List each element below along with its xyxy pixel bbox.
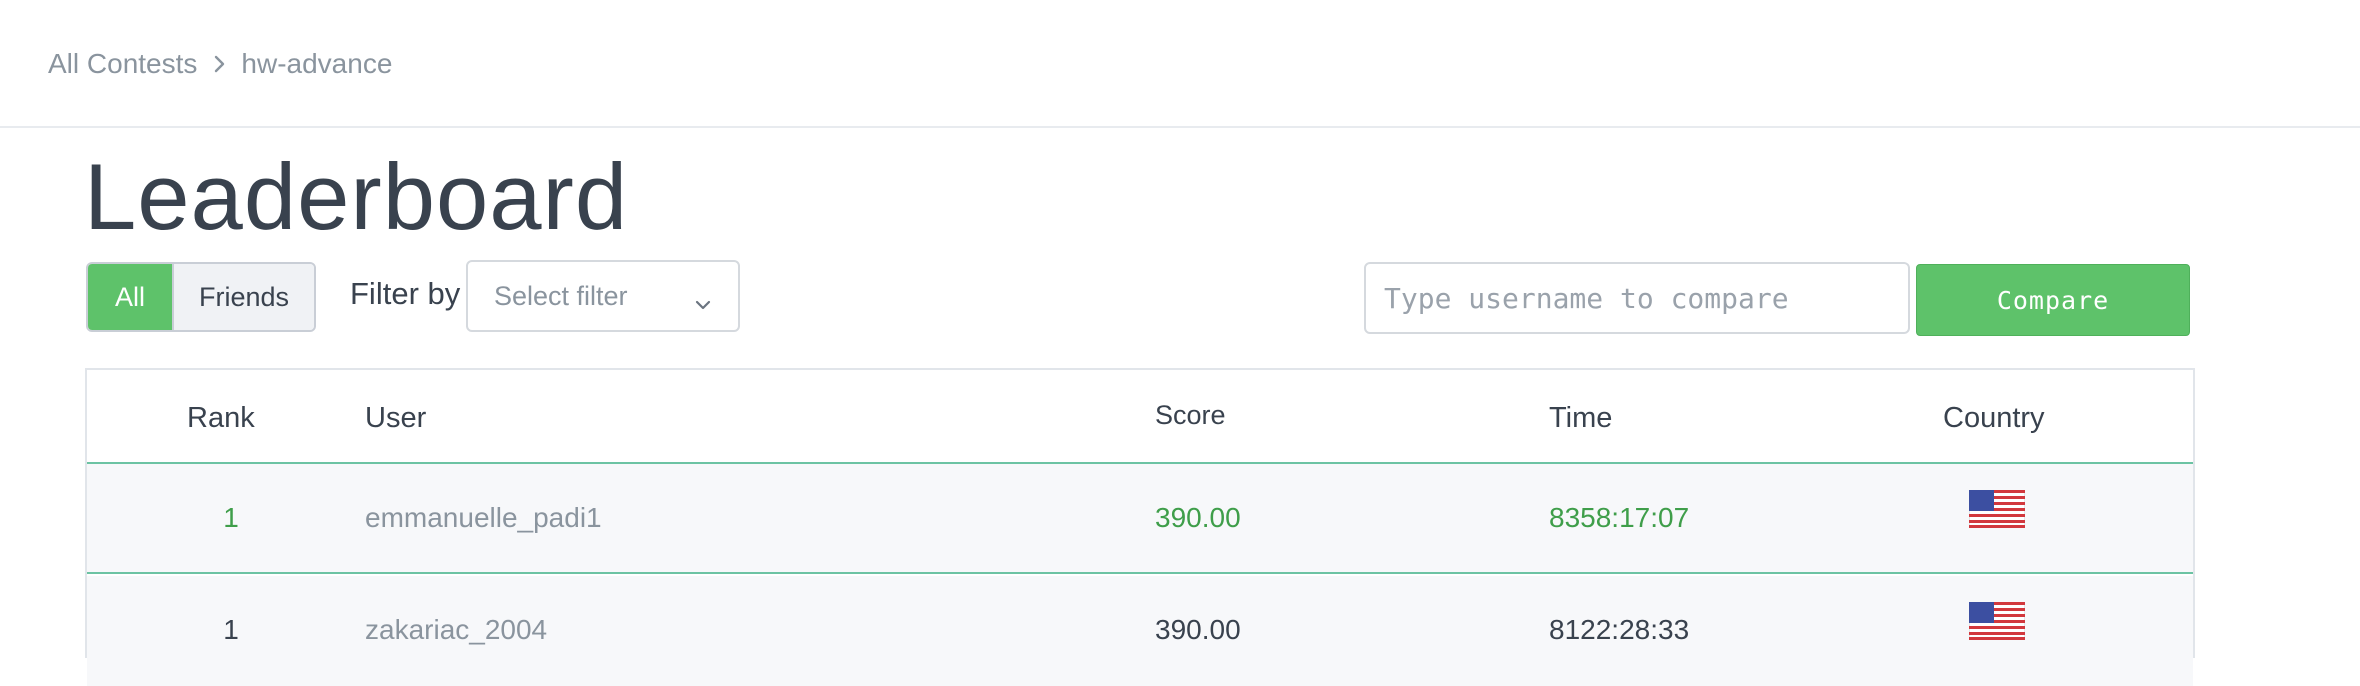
column-header-country[interactable]: Country — [1943, 402, 2045, 435]
time-cell: 8122:28:33 — [1549, 614, 1690, 645]
column-header-time[interactable]: Time — [1549, 402, 1612, 435]
table-row: 1 zakariac_2004 390.00 8122:28:33 — [87, 576, 2193, 686]
breadcrumb-all-contests-link[interactable]: All Contests — [48, 48, 197, 80]
score-cell: 390.00 — [1155, 502, 1241, 533]
score-cell: 390.00 — [1155, 614, 1241, 645]
username-link[interactable]: emmanuelle_padi1 — [365, 502, 602, 534]
toggle-all-button[interactable]: All — [88, 264, 172, 330]
all-friends-toggle: All Friends — [86, 262, 316, 332]
table-row: 1 emmanuelle_padi1 390.00 8358:17:07 — [87, 464, 2193, 574]
time-cell: 8358:17:07 — [1549, 502, 1690, 533]
toggle-friends-button[interactable]: Friends — [172, 264, 314, 330]
leaderboard-table: Rank User Score Time Country 1 emmanuell… — [85, 368, 2195, 686]
filter-select-value: Select filter — [494, 280, 628, 311]
table-header: Rank User Score Time Country — [87, 370, 2193, 464]
filter-by-label: Filter by — [350, 276, 461, 311]
page-title: Leaderboard — [84, 144, 629, 249]
column-header-score[interactable]: Score — [1155, 400, 1226, 431]
username-link[interactable]: zakariac_2004 — [365, 614, 547, 646]
chevron-down-icon — [694, 288, 712, 319]
column-header-user[interactable]: User — [365, 402, 426, 435]
column-header-rank[interactable]: Rank — [187, 402, 255, 435]
us-flag-icon — [1968, 601, 2026, 641]
breadcrumb-current-contest[interactable]: hw-advance — [241, 48, 392, 80]
breadcrumb: All Contests hw-advance — [48, 46, 392, 82]
rank-cell: 1 — [223, 502, 239, 533]
rank-cell: 1 — [223, 614, 239, 645]
filter-select[interactable]: Select filter — [466, 260, 740, 332]
chevron-right-icon — [213, 54, 227, 74]
top-bar: All Contests hw-advance — [0, 0, 2360, 128]
us-flag-icon — [1968, 489, 2026, 529]
compare-username-input[interactable] — [1364, 262, 1910, 334]
compare-button[interactable]: Compare — [1916, 264, 2190, 336]
